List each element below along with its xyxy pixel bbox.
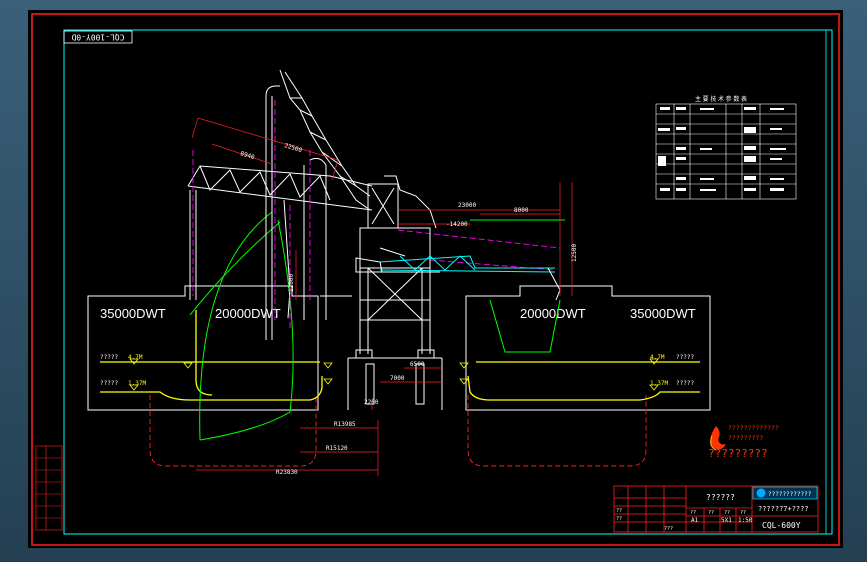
spec-table-title: 主 要 技 术 参 数 表 <box>695 95 747 103</box>
wl-left-lower-text: ????? <box>100 380 118 387</box>
dim-vertical: 12500 <box>571 244 578 262</box>
qq-text: ???????????? <box>768 491 812 498</box>
dim-column: 12000 <box>288 274 295 292</box>
drawing-subtitle: ??????7+???? <box>758 505 809 513</box>
wl-right-lower-value: 1.37M <box>650 380 668 387</box>
title-row-6: ?? <box>616 516 622 522</box>
drawing-title: ?????? <box>706 493 735 502</box>
title-row-1: ?? <box>690 510 696 516</box>
ship-label-left-large: 35000DWT <box>100 306 166 321</box>
wl-right-lower-text: ????? <box>676 380 694 387</box>
ship-label-right-small: 20000DWT <box>520 306 586 321</box>
dim-radius-2: R15120 <box>326 445 348 452</box>
title-row-5: ?? <box>616 508 622 514</box>
scale-cell-count: 5X1 <box>721 517 732 524</box>
cad-viewport: CQL-100Y-0D 35000DWT 20000DWT 20000DWT 3… <box>0 0 867 562</box>
ship-label-right-large: 35000DWT <box>630 306 696 321</box>
drawing-code-number: CQL-600Y <box>762 521 801 530</box>
drawing-code: CQL-100Y-0D <box>71 33 124 42</box>
wl-left-upper-value: 4.7M <box>128 354 143 361</box>
qq-icon <box>756 488 766 498</box>
company-tagline: ????????? <box>708 447 768 460</box>
title-row-3: ?? <box>724 510 730 516</box>
dim-radius-3: R23830 <box>276 469 298 476</box>
company-name-line-2: ????????? <box>728 434 763 442</box>
drawing-code-box: CQL-100Y-0D <box>63 30 133 44</box>
ship-label-left-small: 20000DWT <box>215 306 281 321</box>
wl-right-upper-text: ????? <box>676 354 694 361</box>
company-name-line-1: ????????????? <box>728 424 779 432</box>
wl-left-upper-text: ????? <box>100 354 118 361</box>
dim-arm-part: 8000 <box>514 207 529 214</box>
sheet-background <box>28 10 843 548</box>
scale-cell-ratio: 1:50 <box>738 517 753 524</box>
dim-base-2: 6500 <box>410 361 425 368</box>
dim-arm-total: 23000 <box>458 202 476 209</box>
title-row-2: ?? <box>708 510 714 516</box>
title-row-4: ?? <box>740 510 746 516</box>
title-mark: ??? <box>664 526 673 532</box>
scale-cell-sheet: A1 <box>691 517 699 524</box>
cad-drawing-sheet[interactable]: CQL-100Y-0D 35000DWT 20000DWT 20000DWT 3… <box>0 0 867 562</box>
dim-base-3: 2200 <box>364 399 379 406</box>
dim-base-1: 7000 <box>390 375 405 382</box>
dim-radius-1: R13985 <box>334 421 356 428</box>
dim-offset: -14200 <box>446 221 468 228</box>
